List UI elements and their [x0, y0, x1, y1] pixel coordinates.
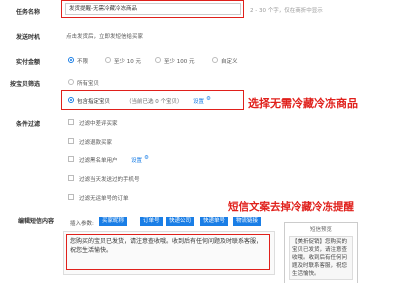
chip-order-no[interactable]: 订单号	[140, 217, 163, 226]
pay-amount-radio-100[interactable]	[155, 57, 161, 63]
filter-item-label: 过滤黑名单用户	[79, 158, 118, 164]
chip-buyer-nick[interactable]: 买家昵称	[99, 217, 128, 226]
settings-gear-icon[interactable]: ⚙	[206, 96, 211, 102]
sms-preview-bubble: 【美折促销】您购买的宝贝已发货，请注意查收哦。收到后有任何问题及时联系客服，祝您…	[289, 236, 353, 280]
item-filter-specific-label: 包含指定宝贝	[77, 99, 111, 105]
insert-params-label: 插入参数:	[70, 221, 94, 227]
sms-preview-title: 短信预览	[309, 227, 332, 233]
annotation-sms-copy: 短信文案去掉冷藏冷冻提醒	[228, 201, 354, 213]
pay-amount-option: 至少 10 元	[114, 59, 141, 65]
filter-item-label: 过滤中差评买家	[79, 121, 118, 127]
pay-amount-label: 实付金额	[15, 59, 40, 66]
annotation-select-items: 选择无需冷藏冷冻商品	[248, 97, 358, 110]
filter-same-day-checkbox[interactable]	[68, 175, 74, 181]
item-filter-radio-all[interactable]	[68, 79, 74, 85]
pay-amount-radio-custom[interactable]	[212, 57, 218, 63]
sms-content-label: 编辑短信内容	[17, 218, 54, 225]
chip-logistics-link[interactable]: 物流链接	[233, 217, 262, 226]
task-name-input[interactable]: 发货提醒-无需冷藏冷冻商品	[65, 3, 241, 15]
item-filter-settings-link[interactable]: 设置	[193, 97, 204, 105]
send-time-label: 发送时机	[15, 34, 40, 41]
send-time-value: 点击发货后，立即发短信给买家	[66, 34, 144, 40]
chip-express-company[interactable]: 快递公司	[166, 217, 195, 226]
chip-tracking-no[interactable]: 快递单号	[200, 217, 229, 226]
task-name-label: 任务名称	[15, 9, 40, 16]
item-filter-radio-specific[interactable]	[68, 97, 74, 103]
sms-content-textarea[interactable]: 您购买的宝贝已发货，请注意查收哦。收到后有任何问题及时联系客服，祝您生活愉快。	[70, 237, 266, 255]
pay-amount-radio-10[interactable]	[105, 57, 111, 63]
filter-item-label: 过滤退款买家	[79, 140, 113, 146]
item-filter-all-label: 所有宝贝	[77, 81, 100, 87]
pay-amount-option: 至少 100 元	[164, 59, 195, 65]
blacklist-gear-icon[interactable]: ⚙	[144, 155, 149, 161]
filter-refund-checkbox[interactable]	[68, 138, 74, 144]
filter-no-waybill-checkbox[interactable]	[68, 194, 74, 200]
item-filter-selected-count: （当前已选 0 个宝贝）	[126, 99, 183, 105]
pay-amount-option: 自定义	[221, 59, 238, 65]
pay-amount-radio-any[interactable]	[68, 57, 74, 63]
filter-blacklist-checkbox[interactable]	[68, 156, 74, 162]
item-filter-label: 按宝贝筛选	[9, 81, 40, 88]
filter-item-label: 过滤当天发送过的手机号	[79, 177, 140, 183]
filter-item-label: 过滤无运单号的订单	[79, 196, 129, 202]
conditions-label: 条件过滤	[15, 121, 40, 128]
task-name-hint: 2 - 30 个字，仅在商折中显示	[250, 8, 323, 14]
blacklist-settings-link[interactable]: 设置	[131, 156, 142, 164]
filter-bad-review-checkbox[interactable]	[68, 119, 74, 125]
pay-amount-option: 不限	[77, 59, 89, 65]
